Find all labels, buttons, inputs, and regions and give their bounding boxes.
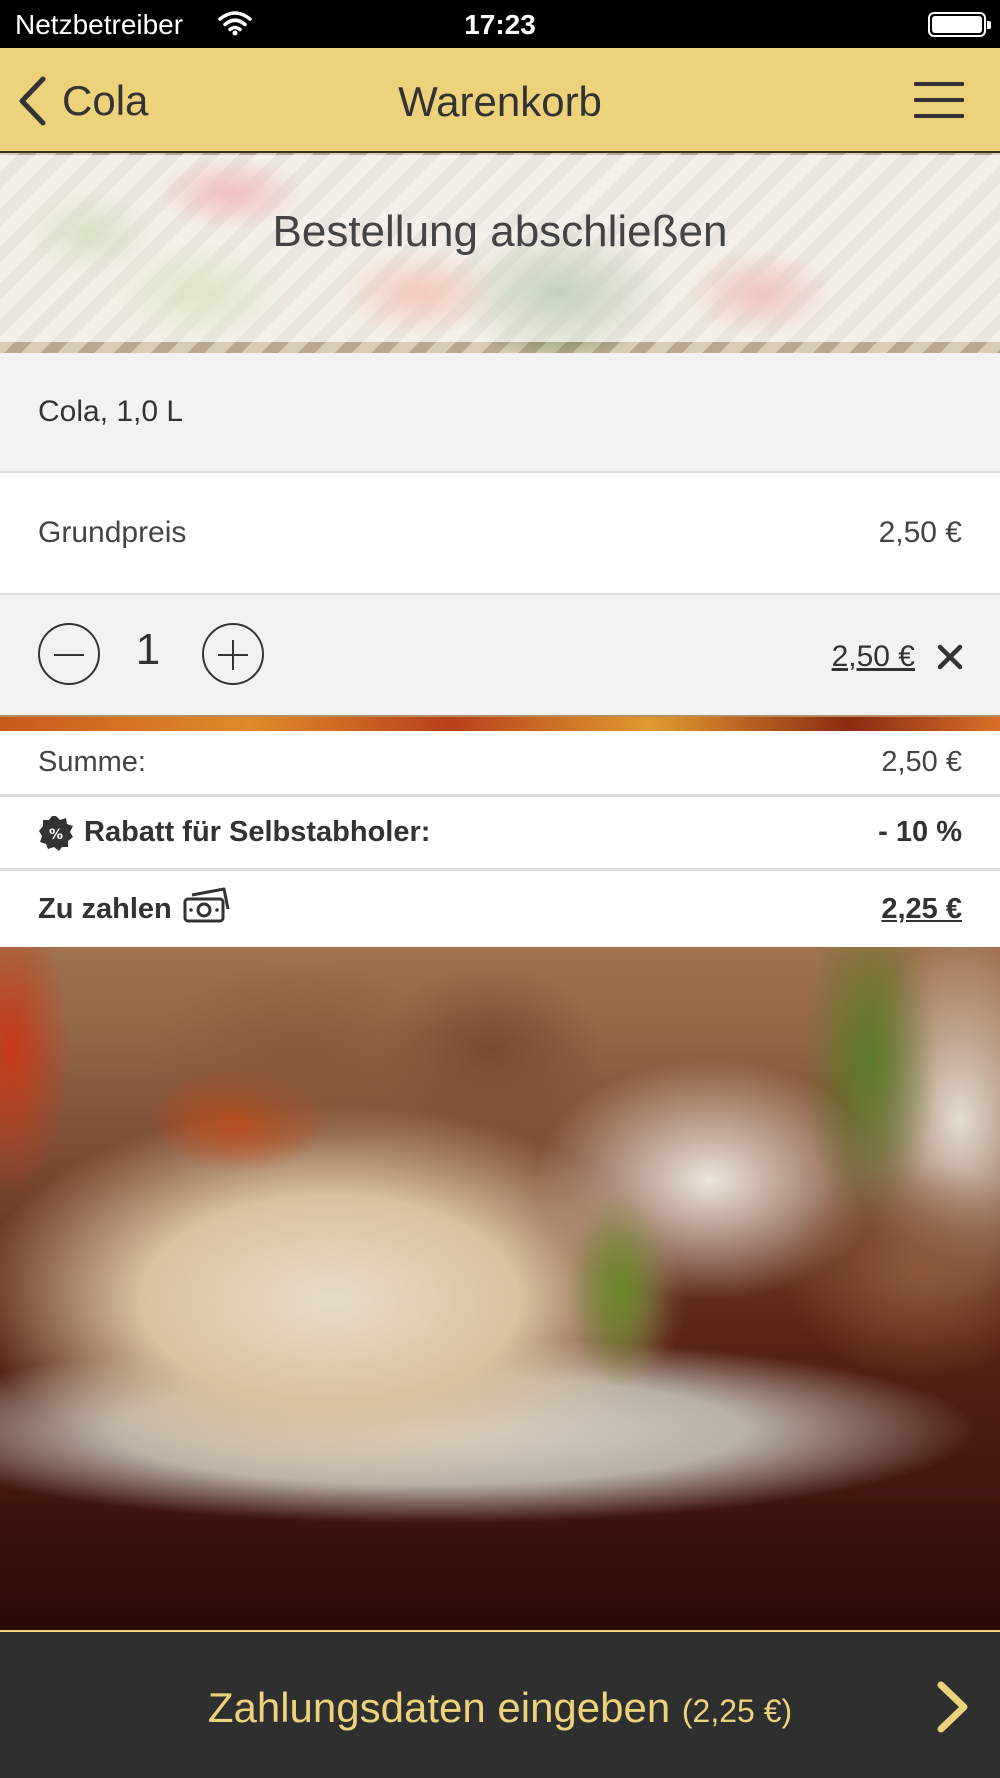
cash-icon bbox=[183, 887, 230, 923]
hamburger-menu-icon[interactable] bbox=[914, 82, 964, 120]
battery-icon bbox=[928, 12, 991, 37]
discount-badge-text: % bbox=[49, 827, 63, 843]
line-total[interactable]: 2,50 € bbox=[832, 640, 915, 674]
totals-card: Summe: 2,50 € % Rabatt für Selbstabholer… bbox=[0, 731, 1000, 950]
decrease-quantity-button[interactable] bbox=[38, 623, 100, 685]
status-bar: Netzbetreiber 17:23 bbox=[0, 0, 1000, 48]
food-image-strip bbox=[0, 717, 1000, 731]
close-icon[interactable] bbox=[936, 643, 964, 671]
enter-payment-amount: (2,25 €) bbox=[681, 1693, 793, 1729]
item-name: Cola, 1,0 L bbox=[38, 395, 184, 428]
item-row: Cola, 1,0 L bbox=[0, 353, 1000, 473]
sum-value: 2,50 € bbox=[881, 746, 962, 778]
discount-value: - 10 % bbox=[878, 816, 962, 848]
page-title: Warenkorb bbox=[398, 78, 602, 125]
amount-due-value: 2,25 € bbox=[881, 892, 962, 925]
quantity-row: 1 2,50 € bbox=[0, 595, 1000, 715]
enter-payment-label: Zahlungsdaten eingeben bbox=[207, 1684, 671, 1731]
amount-due-label: Zu zahlen bbox=[38, 892, 172, 925]
clock: 17:23 bbox=[464, 9, 536, 40]
quantity-value: 1 bbox=[135, 625, 161, 674]
discount-label: Rabatt für Selbstabholer: bbox=[84, 816, 431, 848]
base-price-value: 2,50 € bbox=[878, 516, 962, 549]
amount-due-row: Zu zahlen 2,25 € bbox=[0, 871, 1000, 947]
base-price-row: Grundpreis 2,50 € bbox=[0, 473, 1000, 595]
discount-row: % Rabatt für Selbstabholer: - 10 % bbox=[0, 797, 1000, 871]
order-banner: Bestellung abschließen bbox=[0, 155, 1000, 342]
cart-item-card: Cola, 1,0 L Grundpreis 2,50 € 1 2,50 € bbox=[0, 353, 1000, 717]
chevron-right-icon bbox=[937, 1681, 968, 1733]
minus-icon bbox=[54, 654, 84, 656]
sum-label: Summe: bbox=[38, 746, 146, 778]
base-price-label: Grundpreis bbox=[38, 516, 187, 549]
percent-badge-icon: % bbox=[39, 815, 73, 851]
enter-payment-button[interactable]: Zahlungsdaten eingeben (2,25 €) bbox=[0, 1630, 1000, 1778]
sum-row: Summe: 2,50 € bbox=[0, 731, 1000, 797]
increase-quantity-button[interactable] bbox=[202, 623, 264, 685]
navigation-bar: Cola Warenkorb bbox=[0, 48, 1000, 153]
banner-title: Bestellung abschließen bbox=[272, 207, 728, 256]
